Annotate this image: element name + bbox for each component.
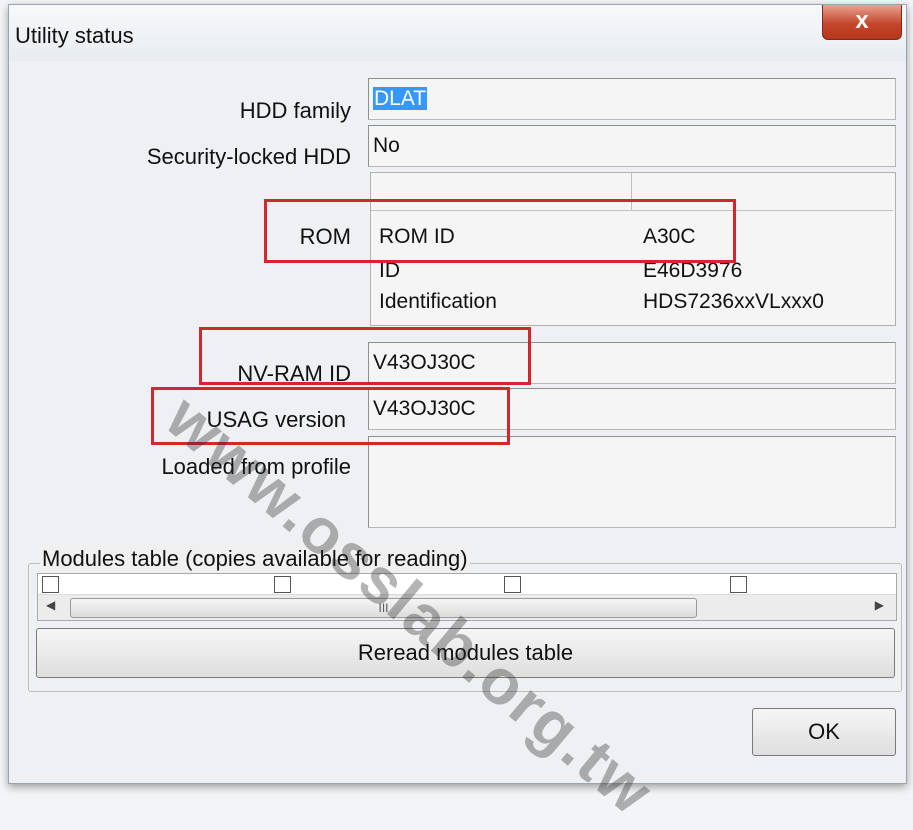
close-button[interactable]: x	[822, 5, 902, 40]
title-bar[interactable]: Utility status x	[9, 5, 906, 61]
security-locked-label: Security-locked HDD	[146, 144, 351, 169]
identification-key: Identification	[379, 290, 497, 313]
modules-list[interactable]: ◀ III ▶	[37, 573, 897, 621]
scrollbar-thumb[interactable]: III	[70, 598, 697, 618]
identification-value: HDS7236xxVLxxx0	[643, 290, 824, 313]
hdd-family-value: DLAT	[373, 87, 428, 110]
security-locked-value: No	[373, 134, 400, 157]
window-title: Utility status	[15, 23, 134, 48]
loaded-from-profile-field[interactable]	[368, 436, 896, 528]
ok-button[interactable]: OK	[752, 708, 896, 756]
scroll-left-icon[interactable]: ◀	[46, 598, 55, 612]
reread-modules-button[interactable]: Reread modules table	[36, 628, 895, 678]
hdd-family-field[interactable]: DLAT	[368, 78, 896, 120]
loaded-from-profile-label: Loaded from profile	[161, 454, 351, 479]
nvram-highlight-box	[199, 327, 531, 385]
module-checkbox[interactable]	[504, 576, 521, 593]
rom-highlight-box	[264, 199, 736, 263]
hdd-family-label: HDD family	[239, 98, 351, 123]
module-checkbox[interactable]	[730, 576, 747, 593]
scroll-grip-icon: III	[378, 601, 389, 615]
scroll-right-icon[interactable]: ▶	[875, 598, 884, 612]
module-checkbox[interactable]	[42, 576, 59, 593]
horizontal-scrollbar[interactable]: ◀ III ▶	[38, 594, 896, 620]
security-locked-field[interactable]: No	[368, 125, 896, 167]
module-checkbox[interactable]	[274, 576, 291, 593]
close-icon: x	[855, 7, 869, 34]
modules-group-title: Modules table (copies available for read…	[40, 546, 470, 572]
usag-highlight-box	[151, 387, 510, 445]
